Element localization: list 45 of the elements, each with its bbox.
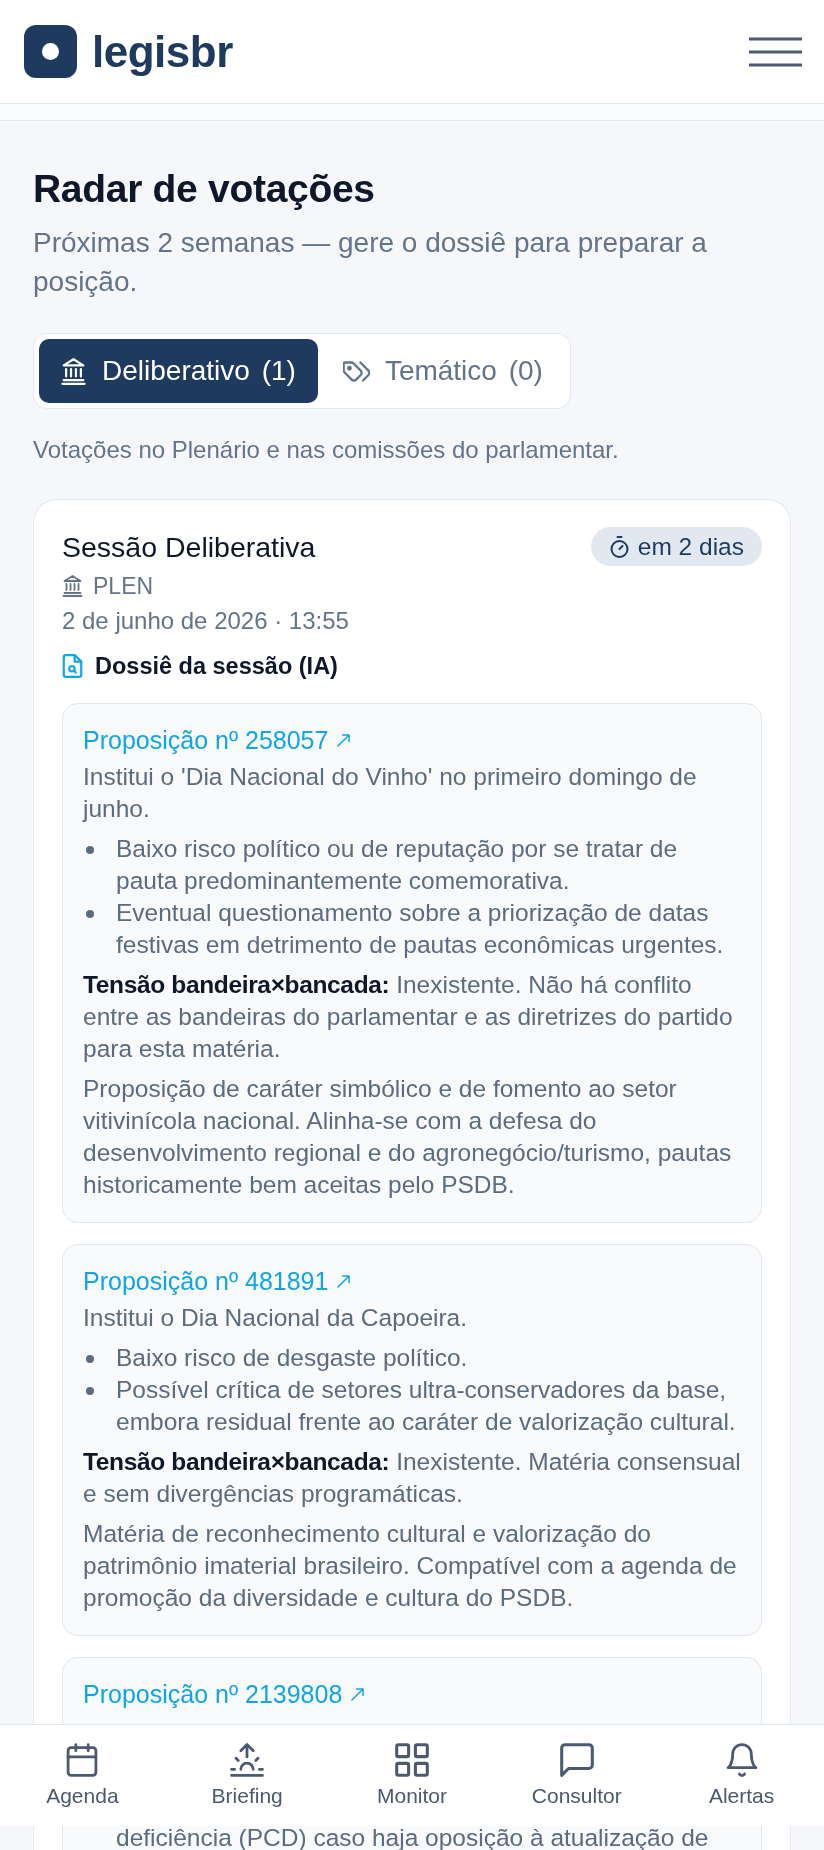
- arrow-up-right-icon: [337, 1274, 351, 1288]
- arrow-up-right-icon: [351, 1687, 365, 1701]
- session-datetime: 2 de junho de 2026 · 13:55: [62, 606, 350, 636]
- page-title: Radar de votações: [33, 166, 376, 212]
- logo-icon: [24, 25, 77, 78]
- logo-wordmark: legisbr: [92, 25, 233, 78]
- filter-tab[interactable]: Deliberativo (1): [39, 339, 318, 403]
- proposition-summary: Institui o Dia Nacional da Capoeira.: [83, 1303, 469, 1333]
- risk-text: Baixo risco político ou de reputação por se tratar de pauta predominantemente comemorativa.: [116, 834, 679, 896]
- bullet-icon: [86, 1387, 94, 1395]
- session-title: Sessão Deliberativa: [62, 529, 316, 564]
- proposition-analysis: Proposição de caráter simbólico e de fomento ao setor vitivinícola nacional. Alinha-se com a defesa do desenvolvimento regional e do agronegócio/turismo, pautas historicamente bem aceitas pelo PSDB.: [83, 1074, 733, 1200]
- menu-icon: [749, 36, 802, 67]
- chamber-code: PLEN: [93, 572, 154, 601]
- risk-text: Possível crítica de setores ultra-conservadores da base, embora residual frente ao caráter de valorização cultural.: [116, 1375, 737, 1437]
- proposition-analysis: Matéria de reconhecimento cultural e valorização do patrimônio imaterial brasileiro. Compatível com a agenda de promoção da diversidade e cultura do PSDB.: [83, 1519, 738, 1613]
- arrow-up-right-icon: [337, 733, 351, 747]
- timer-icon: [609, 535, 629, 558]
- nav-item[interactable]: Alertas: [702, 1739, 781, 1812]
- menu-button[interactable]: [749, 36, 802, 67]
- document-search-icon: [62, 654, 83, 678]
- tension-note: Tensão bandeira×bancada: Inexistente. Não há conflito entre as bandeiras do parlamentar e as diretrizes do partido para esta matéria.: [83, 970, 734, 1064]
- sunrise-icon: [230, 1743, 265, 1777]
- page-subtitle: Próximas 2 semanas — gere o dossiê para preparar a posição.: [33, 226, 708, 299]
- tension-note: Tensão bandeira×bancada: Inexistente. Matéria consensual e sem divergências programáticas.: [83, 1447, 742, 1509]
- tab-description: Votações no Plenário e nas comissões do parlamentar.: [33, 436, 620, 464]
- nav-item[interactable]: Briefing: [205, 1739, 289, 1812]
- bullet-icon: [86, 846, 94, 854]
- risk-text: Baixo risco de desgaste político.: [116, 1343, 469, 1373]
- grid-icon: [395, 1743, 429, 1777]
- nav-item[interactable]: Consultor: [525, 1739, 628, 1812]
- countdown-text: em 2 dias: [637, 532, 744, 561]
- building-columns-icon: [60, 357, 87, 385]
- dossier-link[interactable]: Dossiê da sessão (IA): [62, 650, 338, 682]
- building-columns-icon: [62, 575, 83, 597]
- nav-item[interactable]: Monitor: [370, 1739, 453, 1812]
- bullet-icon: [86, 1355, 94, 1363]
- nav-item[interactable]: Agenda: [40, 1739, 125, 1812]
- risk-text: Eventual questionamento sobre a priorização de datas festivas em detrimento de pautas econômicas urgentes.: [116, 898, 725, 960]
- bullet-icon: [86, 910, 94, 918]
- filter-tab[interactable]: Temático (0): [321, 339, 565, 403]
- calendar-icon: [65, 1743, 100, 1777]
- bell-icon: [724, 1743, 759, 1777]
- chat-icon: [559, 1743, 594, 1777]
- proposition-summary: Institui o 'Dia Nacional do Vinho' no primeiro domingo de junho.: [83, 762, 698, 824]
